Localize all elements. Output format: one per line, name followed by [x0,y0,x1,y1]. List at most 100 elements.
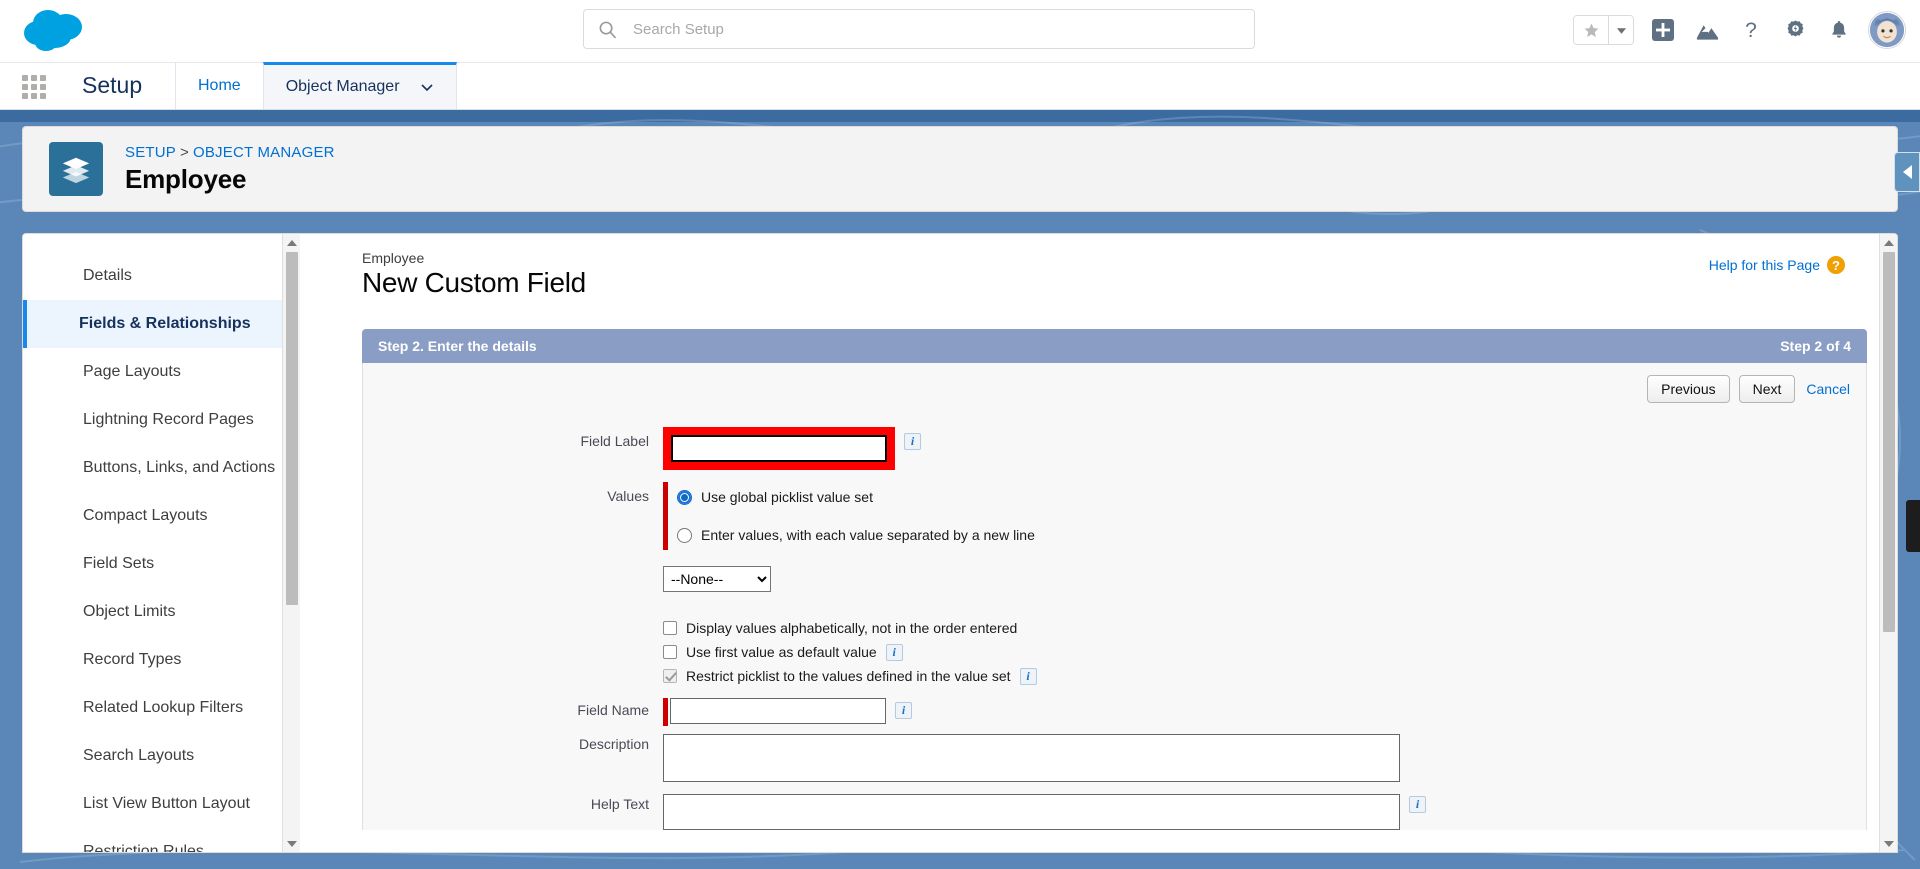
radio-button-selected-icon[interactable] [677,489,692,505]
setup-nav-bar: Setup Home Object Manager [0,62,1920,110]
radio-button-icon[interactable] [677,527,692,543]
sidebar-item-page-layouts[interactable]: Page Layouts [23,348,300,396]
sidebar-item-details[interactable]: Details [23,252,300,300]
sidebar-item-label: Object Limits [83,603,176,620]
search-input[interactable] [631,17,1191,41]
global-search-box[interactable] [583,9,1255,49]
row-field-name: Field Name i [363,698,1866,726]
sidebar-item-related-lookup-filters[interactable]: Related Lookup Filters [23,684,300,732]
collapse-panel-tab-top[interactable] [1894,152,1920,192]
screen-edge-marker [1906,500,1920,552]
field-name-info-icon[interactable]: i [895,702,912,719]
values-checkbox-group: Display values alphabetically, not in th… [663,616,1037,688]
favorites-dropdown-icon[interactable] [1608,16,1633,44]
main-scroll-thumb[interactable] [1883,252,1895,632]
checkbox-display-alphabetically[interactable]: Display values alphabetically, not in th… [663,616,1037,640]
field-name-label: Field Name [577,702,649,718]
cancel-link[interactable]: Cancel [1804,376,1852,402]
form-eyebrow: Employee [362,250,425,266]
next-button[interactable]: Next [1738,375,1796,403]
checkbox-label: Display values alphabetically, not in th… [686,620,1018,636]
global-actions-add-icon[interactable] [1648,15,1678,45]
chevron-left-icon [1902,165,1912,179]
field-label-input[interactable] [671,435,887,462]
app-launcher-waffle-icon[interactable] [22,75,48,101]
sidebar-scroll-thumb[interactable] [286,252,298,605]
search-icon [598,20,617,39]
sidebar-item-label: Lightning Record Pages [83,411,254,428]
help-text-textarea[interactable] [663,794,1400,830]
sidebar-item-label: Search Layouts [83,747,195,764]
radio-enter-values[interactable]: Enter values, with each value separated … [677,520,1035,550]
row-field-label: Field Label i [363,427,1866,470]
restrict-picklist-info-icon[interactable]: i [1019,667,1037,685]
sidebar-item-label: List View Button Layout [83,795,250,812]
page-backdrop: SETUP > OBJECT MANAGER Employee Details Fi… [0,110,1920,869]
sidebar-item-label: Restriction Rules [83,843,204,852]
help-for-this-page-link[interactable]: Help for this Page ? [1709,256,1845,274]
previous-button[interactable]: Previous [1647,375,1730,403]
sidebar-item-search-layouts[interactable]: Search Layouts [23,732,300,780]
trailhead-icon[interactable] [1692,15,1722,45]
favorites-control[interactable] [1573,15,1634,45]
breadcrumb-separator: > [180,143,189,161]
breadcrumb-item-object-manager[interactable]: OBJECT MANAGER [193,144,335,161]
tab-object-manager[interactable]: Object Manager [262,62,457,109]
global-value-set-select[interactable]: --None-- [663,566,771,592]
sidebar-item-record-types[interactable]: Record Types [23,636,300,684]
values-highlight-annotation [663,482,668,550]
sidebar-item-label: Details [83,267,132,284]
sidebar-item-restriction-rules[interactable]: Restriction Rules [23,828,300,852]
field-label-label: Field Label [580,433,650,449]
field-name-required-indicator [663,698,668,726]
favorites-star-icon[interactable] [1574,16,1608,44]
sidebar-item-lightning-record-pages[interactable]: Lightning Record Pages [23,396,300,444]
checkbox-icon[interactable] [663,645,677,659]
form-rows: Field Label i Values Use global picklist… [363,413,1866,830]
main-scrollbar[interactable] [1879,234,1897,852]
field-label-info-icon[interactable]: i [904,433,921,450]
sidebar-scrollbar[interactable] [282,234,300,852]
scroll-down-arrow-icon[interactable] [283,835,300,852]
help-question-icon[interactable]: ? [1827,256,1845,274]
field-label-highlight-annotation [663,427,895,470]
first-value-default-info-icon[interactable]: i [885,643,903,661]
tab-home[interactable]: Home [176,62,263,109]
checkbox-icon[interactable] [663,621,677,635]
help-text-info-icon[interactable]: i [1409,796,1426,813]
salesforce-cloud-logo[interactable] [18,5,90,55]
scroll-up-arrow-icon[interactable] [283,234,300,251]
values-radio-group: Use global picklist value set Enter valu… [663,482,1035,550]
tab-object-manager-label: Object Manager [285,78,400,95]
setup-gear-icon[interactable] [1780,15,1810,45]
user-avatar[interactable] [1868,11,1906,49]
checkbox-restrict-picklist[interactable]: Restrict picklist to the values defined … [663,664,1037,688]
row-values: Values Use global picklist value set Ent… [363,482,1866,688]
scroll-down-arrow-icon[interactable] [1880,835,1897,852]
step-header: Step 2. Enter the details Step 2 of 4 [362,329,1867,363]
help-icon[interactable]: ? [1736,15,1766,45]
main-content: Employee New Custom Field Help for this … [300,234,1897,852]
sidebar-item-fields-relationships[interactable]: Fields & Relationships [23,300,300,348]
chevron-down-icon[interactable] [420,80,434,94]
sidebar-item-list-view-button-layout[interactable]: List View Button Layout [23,780,300,828]
sidebar-item-field-sets[interactable]: Field Sets [23,540,300,588]
sidebar-item-object-limits[interactable]: Object Limits [23,588,300,636]
row-help-text: Help Text i [363,794,1866,830]
radio-label: Use global picklist value set [701,489,873,505]
scroll-up-arrow-icon[interactable] [1880,234,1897,251]
help-link-label: Help for this Page [1708,257,1820,273]
checkbox-first-value-default[interactable]: Use first value as default value i [663,640,1037,664]
sidebar-item-label: Field Sets [83,555,155,572]
radio-use-global-picklist[interactable]: Use global picklist value set [677,482,1035,512]
notifications-bell-icon[interactable] [1824,15,1854,45]
description-textarea[interactable] [663,734,1400,782]
sidebar-item-compact-layouts[interactable]: Compact Layouts [23,492,300,540]
sidebar-item-label: Page Layouts [83,363,181,380]
field-name-input[interactable] [670,698,886,724]
breadcrumb-item-setup[interactable]: SETUP [125,144,176,161]
sidebar-item-buttons-links-actions[interactable]: Buttons, Links, and Actions [23,444,300,492]
form-title: New Custom Field [362,267,586,298]
sidebar-item-label: Record Types [83,651,182,668]
sidebar-list: Details Fields & Relationships Page Layo… [23,234,300,852]
